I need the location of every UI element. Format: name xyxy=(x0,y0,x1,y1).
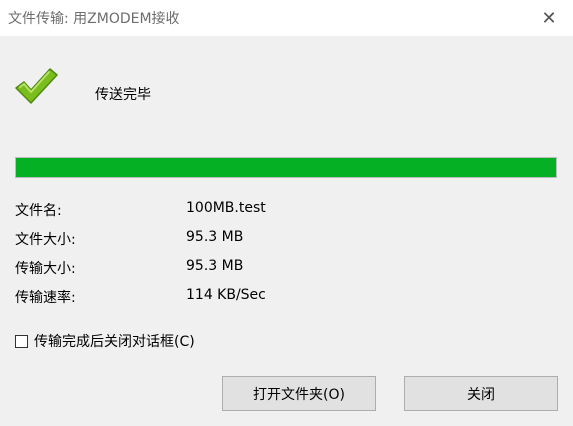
speed-label: 传输速率: xyxy=(15,290,76,306)
close-button-label: 关闭 xyxy=(467,386,495,403)
window-title: 文件传输: 用ZMODEM接收 xyxy=(8,11,180,27)
close-button[interactable]: 关闭 xyxy=(404,376,558,411)
transferred-value: 95.3 MB xyxy=(186,258,244,274)
filename-value: 100MB.test xyxy=(186,200,266,216)
progress-bar xyxy=(15,157,557,178)
transferred-label: 传输大小: xyxy=(15,261,76,277)
open-folder-label: 打开文件夹(O) xyxy=(253,386,345,403)
filesize-label: 文件大小: xyxy=(15,232,76,248)
close-on-complete-checkbox[interactable] xyxy=(15,334,28,348)
open-folder-button[interactable]: 打开文件夹(O) xyxy=(222,376,376,411)
filesize-value: 95.3 MB xyxy=(186,229,244,245)
progress-fill xyxy=(16,158,556,177)
filename-label: 文件名: xyxy=(15,203,62,219)
status-message: 传送完毕 xyxy=(95,87,151,103)
close-on-complete-label: 传输完成后关闭对话框(C) xyxy=(34,334,195,350)
title-bar: 文件传输: 用ZMODEM接收 ✕ xyxy=(0,0,573,36)
checkmark-icon xyxy=(15,68,58,104)
speed-value: 114 KB/Sec xyxy=(186,287,266,303)
close-icon[interactable]: ✕ xyxy=(537,6,561,30)
close-on-complete-option[interactable]: 传输完成后关闭对话框(C) xyxy=(15,331,195,351)
